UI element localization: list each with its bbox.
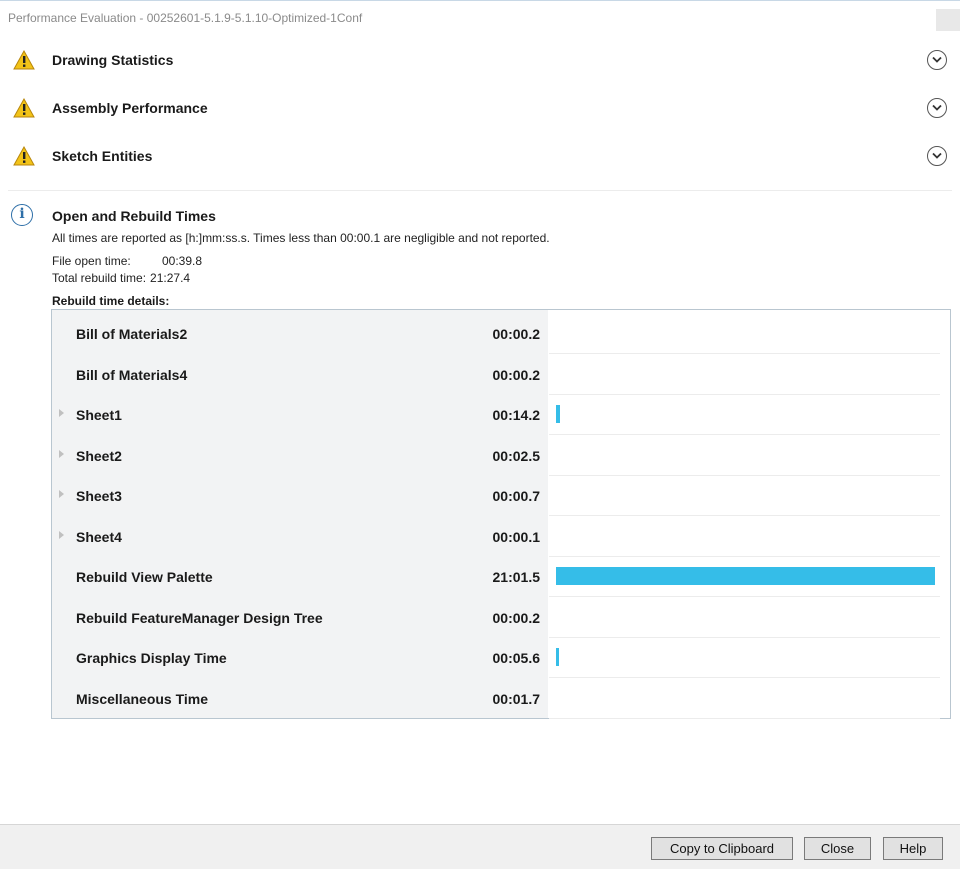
title-bar: Performance Evaluation - 00252601-5.1.9-…: [0, 0, 960, 36]
window-title: Performance Evaluation - 00252601-5.1.9-…: [8, 11, 363, 25]
row-time: 00:00.2: [492, 366, 540, 383]
table-row: Graphics Display Time 00:05.6: [52, 638, 950, 678]
row-time: 00:02.5: [492, 447, 540, 464]
row-name: Graphics Display Time: [76, 650, 227, 666]
row-name: Bill of Materials2: [76, 326, 188, 342]
row-time: 00:00.1: [492, 528, 540, 545]
row-name: Sheet3: [76, 488, 122, 504]
warning-icon: [13, 97, 35, 118]
info-icon: i: [11, 204, 33, 226]
expand-arrow-icon[interactable]: [59, 490, 64, 498]
chevron-down-icon[interactable]: [927, 146, 947, 166]
row-name: Sheet2: [76, 447, 122, 464]
row-name: Rebuild View Palette: [76, 569, 213, 585]
table-row[interactable]: Sheet1 00:14.2: [52, 395, 950, 435]
row-time: 00:00.7: [492, 488, 540, 504]
file-open-time-value: 00:39.8: [162, 254, 203, 268]
open-rebuild-description: All times are reported as [h:]mm:ss.s. T…: [52, 231, 550, 245]
warning-icon: [13, 49, 35, 70]
row-name: Rebuild FeatureManager Design Tree: [76, 609, 323, 626]
copy-to-clipboard-button[interactable]: Copy to Clipboard: [651, 837, 793, 860]
row-separator: [549, 717, 940, 719]
chevron-down-icon[interactable]: [927, 50, 947, 70]
section-drawing-statistics[interactable]: Drawing Statistics: [0, 36, 960, 84]
rebuild-details-table: Bill of Materials2 00:00.2 Bill of Materia…: [51, 309, 951, 719]
row-time: 21:01.5: [492, 569, 540, 585]
expand-arrow-icon[interactable]: [59, 449, 64, 458]
row-name: Bill of Materials4: [76, 366, 188, 383]
table-row: Rebuild View Palette 21:01.5: [52, 557, 950, 597]
window-control-button[interactable]: [936, 9, 960, 31]
row-time: 00:01.7: [492, 690, 540, 707]
row-time: 00:00.2: [492, 326, 540, 342]
warning-icon: [13, 145, 35, 166]
table-row: Rebuild FeatureManager Design Tree 00:00.…: [52, 598, 950, 638]
file-open-time-label: File open time:: [52, 254, 131, 268]
section-sketch-entities[interactable]: Sketch Entities: [0, 132, 960, 180]
total-rebuild-time-label: Total rebuild time:: [52, 271, 147, 285]
table-row: Bill of Materials4 00:00.2: [52, 355, 950, 395]
row-name: Miscellaneous Time: [76, 690, 209, 707]
table-row[interactable]: Sheet4 00:00.1: [52, 517, 950, 557]
close-button[interactable]: Close: [804, 837, 871, 860]
time-bar: [556, 567, 935, 585]
total-rebuild-time-value: 21:27.4: [150, 271, 191, 285]
open-rebuild-title: Open and Rebuild Times: [52, 208, 216, 224]
row-time: 00:14.2: [492, 407, 540, 423]
table-row: Bill of Materials2 00:00.2: [52, 314, 950, 354]
table-row[interactable]: Sheet3 00:00.7: [52, 476, 950, 516]
total-rebuild-time: Total rebuild time: 21:27.4: [52, 271, 190, 285]
table-row[interactable]: Sheet2 00:02.5: [52, 436, 950, 476]
file-open-time: File open time: 00:39.8: [52, 254, 202, 268]
table-row: Miscellaneous Time 00:01.7: [52, 679, 950, 719]
section-label: Drawing Statistics: [52, 52, 174, 68]
time-bar: [556, 405, 560, 423]
section-assembly-performance[interactable]: Assembly Performance: [0, 84, 960, 132]
section-label: Assembly Performance: [52, 100, 208, 116]
section-divider: [8, 190, 952, 191]
row-name: Sheet1: [76, 407, 122, 423]
time-bar: [556, 648, 559, 666]
chevron-down-icon[interactable]: [927, 98, 947, 118]
expand-arrow-icon[interactable]: [59, 409, 64, 417]
expand-arrow-icon[interactable]: [59, 530, 64, 539]
dialog-footer: Copy to Clipboard Close Help: [0, 824, 960, 869]
help-button[interactable]: Help: [883, 837, 943, 860]
section-label: Sketch Entities: [52, 148, 153, 164]
rebuild-details-header: Rebuild time details:: [52, 294, 170, 308]
row-time: 00:00.2: [492, 609, 540, 626]
row-time: 00:05.6: [492, 650, 540, 666]
row-name: Sheet4: [76, 528, 122, 545]
